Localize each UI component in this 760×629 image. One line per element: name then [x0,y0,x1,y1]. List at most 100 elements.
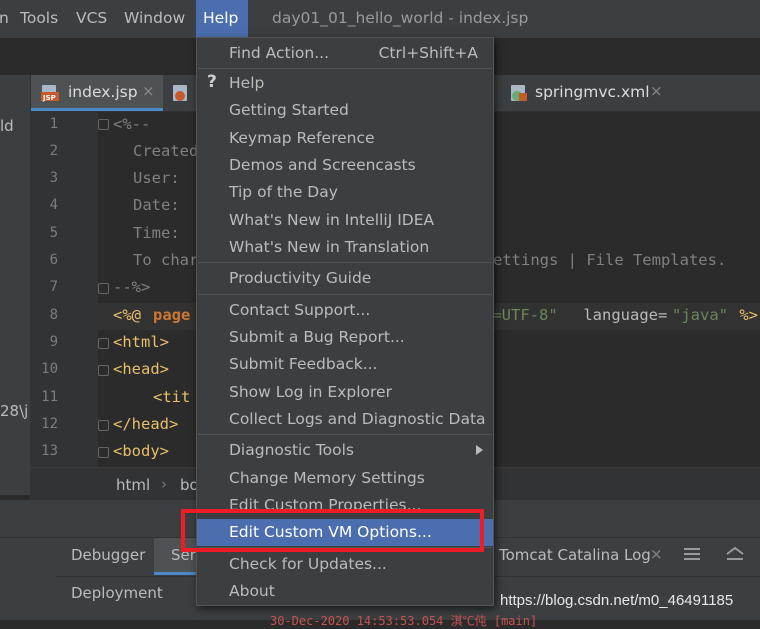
menu-separator [198,294,492,295]
watermark-url: https://blog.csdn.net/m0_46491185 [500,592,734,609]
menu-item-label: Demos and Screencasts [229,156,416,174]
window-title: day01_01_hello_world - index.jsp [272,9,529,27]
menu-separator [198,68,492,69]
menu-separator [198,434,492,435]
menu-separator [198,262,492,263]
menu-item-contact-support[interactable]: Contact Support... [197,297,493,324]
menu-window[interactable]: Window [124,9,185,27]
line-number: 1 [49,116,58,132]
tab-label: springmvc.xml [535,83,650,101]
menu-item-label: Keymap Reference [229,129,375,147]
layout-menu-icon[interactable] [683,546,701,562]
menu-item-label: Help [229,74,265,92]
menu-item-collect-logs[interactable]: Collect Logs and Diagnostic Data [197,406,493,433]
menu-vcs[interactable]: VCS [76,9,107,27]
menu-item-label: Change Memory Settings [229,469,425,487]
breadcrumb-item[interactable]: html [116,476,150,494]
menu-item-label: Check for Updates... [229,555,387,573]
menu-item-submit-feedback[interactable]: Submit Feedback... [197,351,493,378]
menu-tools[interactable]: Tools [20,9,58,27]
line-number: 5 [49,225,58,241]
deployment-label[interactable]: Deployment [71,584,163,602]
menu-item-label: Submit a Bug Report... [229,328,405,346]
close-tab-icon[interactable]: × [650,82,663,100]
code-line: To char [133,251,199,269]
tab-index-jsp[interactable]: JSP index.jsp × [31,75,163,111]
code-line: <%-- [113,115,151,133]
breadcrumb-separator-icon: › [161,475,167,493]
line-number: 10 [41,361,58,377]
svg-text:JSP: JSP [42,94,56,102]
tab-springmvc-xml[interactable]: springmvc.xml × [500,75,680,111]
menu-item-getting-started[interactable]: Getting Started [197,97,493,124]
line-number: 9 [49,334,58,350]
tab-debugger[interactable]: Debugger [56,538,154,575]
menu-item-label: Tip of the Day [229,183,338,201]
code-line: <tit [153,388,191,406]
code-line: </head> [113,415,179,433]
menu-item-label: Show Log in Explorer [229,383,392,401]
line-number: 13 [41,443,58,459]
help-question-icon: ? [207,72,217,92]
fold-marker-icon[interactable] [98,338,109,349]
menu-item-submit-bug[interactable]: Submit a Bug Report... [197,324,493,351]
fold-marker-icon[interactable] [98,283,109,294]
line-number: 3 [49,170,58,186]
xml-file-icon [511,85,527,101]
code-keyword: page [153,306,191,324]
menu-item-label: About [229,582,275,600]
shortcut-label: Ctrl+Shift+A [378,44,478,62]
tab-debugger-label: Debugger [71,546,146,564]
fold-marker-icon[interactable] [98,119,109,130]
fold-marker-icon[interactable] [98,447,109,458]
menu-item-tip-of-the-day[interactable]: Tip of the Day [197,179,493,206]
menu-help[interactable]: Help [196,0,248,38]
code-line: <html> [113,333,169,351]
code-line: Created [133,142,199,160]
line-number: 6 [49,252,58,268]
menu-item-label: What's New in Translation [229,238,430,256]
submenu-arrow-icon [476,445,483,455]
code-string: "java" [672,306,728,324]
menu-help-label: Help [203,9,239,27]
menu-item-diagnostic-tools[interactable]: Diagnostic Tools [197,437,493,464]
class-file-icon[interactable] [172,84,190,102]
code-line: <body> [113,442,169,460]
menu-item-label: Submit Feedback... [229,355,378,373]
menu-item-change-memory[interactable]: Change Memory Settings [197,465,493,492]
code-directive-close: %> [730,306,758,324]
close-tab-icon[interactable]: × [650,545,663,563]
fold-marker-icon[interactable] [98,365,109,376]
menu-item-label: What's New in IntelliJ IDEA [229,211,435,229]
code-line: User: [133,169,189,187]
menu-item-show-log[interactable]: Show Log in Explorer [197,379,493,406]
menu-item-keymap-reference[interactable]: Keymap Reference [197,125,493,152]
menu-item-help[interactable]: ? Help [197,70,493,97]
code-line: ettings | File Templates. [493,251,727,269]
menu-item-productivity-guide[interactable]: Productivity Guide [197,265,493,292]
code-string: t=UTF-8" [483,306,558,324]
line-number: 7 [49,279,58,295]
code-attribute: language= [574,306,668,324]
menu-item-label: Find Action... [229,44,330,62]
fold-marker-icon[interactable] [98,420,109,431]
menu-item-check-updates[interactable]: Check for Updates... [197,551,493,578]
line-number: 2 [49,143,58,159]
tab-tomcat-catalina-log[interactable]: Tomcat Catalina Log [499,546,651,564]
jsp-file-icon: JSP [41,85,59,102]
menu-item-whats-new-idea[interactable]: What's New in IntelliJ IDEA [197,207,493,234]
code-line: Time: [133,224,189,242]
tab-label: index.jsp [68,83,138,101]
line-number: 8 [49,307,58,323]
menu-item-find-action[interactable]: Find Action... Ctrl+Shift+A [197,40,493,67]
menu-bar: n Tools VCS Window Help day01_01_hello_w… [0,0,760,38]
menu-item-about[interactable]: About [197,578,493,605]
close-tab-icon[interactable]: × [142,82,155,100]
scroll-to-end-icon[interactable] [725,545,745,563]
menu-item-whats-new-translation[interactable]: What's New in Translation [197,234,493,261]
menu-navigate-partial[interactable]: n [0,9,9,27]
code-line: Date: [133,196,189,214]
menu-item-demos[interactable]: Demos and Screencasts [197,152,493,179]
menu-item-label: Contact Support... [229,301,371,319]
menu-item-label: Collect Logs and Diagnostic Data [229,410,486,428]
